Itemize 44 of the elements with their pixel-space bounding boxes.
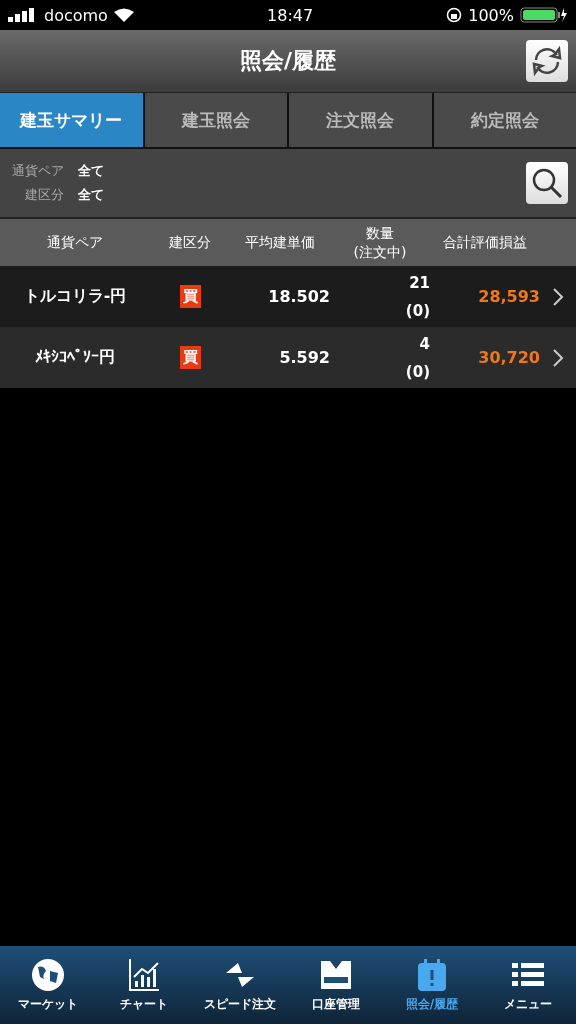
filter-label: 建区分 (24, 186, 64, 204)
average-price: 5.592 (278, 348, 330, 367)
clock: 18:47 (267, 5, 314, 25)
wifi-icon (113, 8, 134, 22)
chart-icon (126, 957, 162, 993)
rotation-lock-icon (446, 7, 463, 23)
filter-value: 全て (78, 186, 104, 204)
chevron-right-icon[interactable] (552, 286, 564, 307)
search-button[interactable] (526, 162, 568, 204)
column-header: 建区分 (168, 233, 212, 252)
battery-icon (520, 6, 568, 24)
currency-pair: トルコリラ-円 (22, 286, 128, 307)
column-header: 平均建単価 (244, 233, 316, 252)
pending-quantity: (0) (405, 301, 430, 320)
pending-quantity: (0) (405, 362, 430, 381)
refresh-button[interactable] (526, 40, 568, 82)
currency-pair: ﾒｷｼｺﾍﾟｿｰ円 (34, 347, 116, 368)
quantity: 4 (419, 334, 430, 353)
quantity: 21 (409, 273, 430, 292)
filter-label: 通貨ペア (12, 162, 64, 180)
average-price: 18.502 (267, 287, 330, 306)
chevron-right-icon[interactable] (552, 347, 564, 368)
tab[interactable]: 約定照会 (433, 93, 576, 147)
nav-item[interactable]: メニュー (480, 957, 576, 1013)
screen-title: 照会/履歴 (239, 47, 336, 75)
tab[interactable]: 建玉照会 (144, 93, 287, 147)
nav-item[interactable]: 口座管理 (288, 957, 384, 1013)
nav-item[interactable]: 照会/履歴 (384, 957, 480, 1013)
nav-item[interactable]: チャート (96, 957, 192, 1013)
nav-item[interactable]: マーケット (0, 957, 96, 1013)
profit-loss: 30,720 (477, 348, 540, 367)
tab[interactable]: 注文照会 (289, 93, 432, 147)
filter-value: 全て (78, 162, 104, 180)
globe-icon (30, 957, 66, 993)
side-badge: 買 (179, 285, 201, 308)
nav-item[interactable]: スピード注文 (192, 957, 288, 1013)
column-header: 数量 (注文中) (352, 224, 408, 261)
carrier-name: docomo (44, 5, 108, 25)
battery-percent: 100% (468, 5, 514, 25)
side-badge: 買 (179, 346, 201, 369)
column-header: 合計評価損益 (442, 233, 528, 252)
tab[interactable]: 建玉サマリー (0, 93, 143, 147)
profit-loss: 28,593 (477, 287, 540, 306)
column-header: 通貨ペア (46, 233, 104, 252)
